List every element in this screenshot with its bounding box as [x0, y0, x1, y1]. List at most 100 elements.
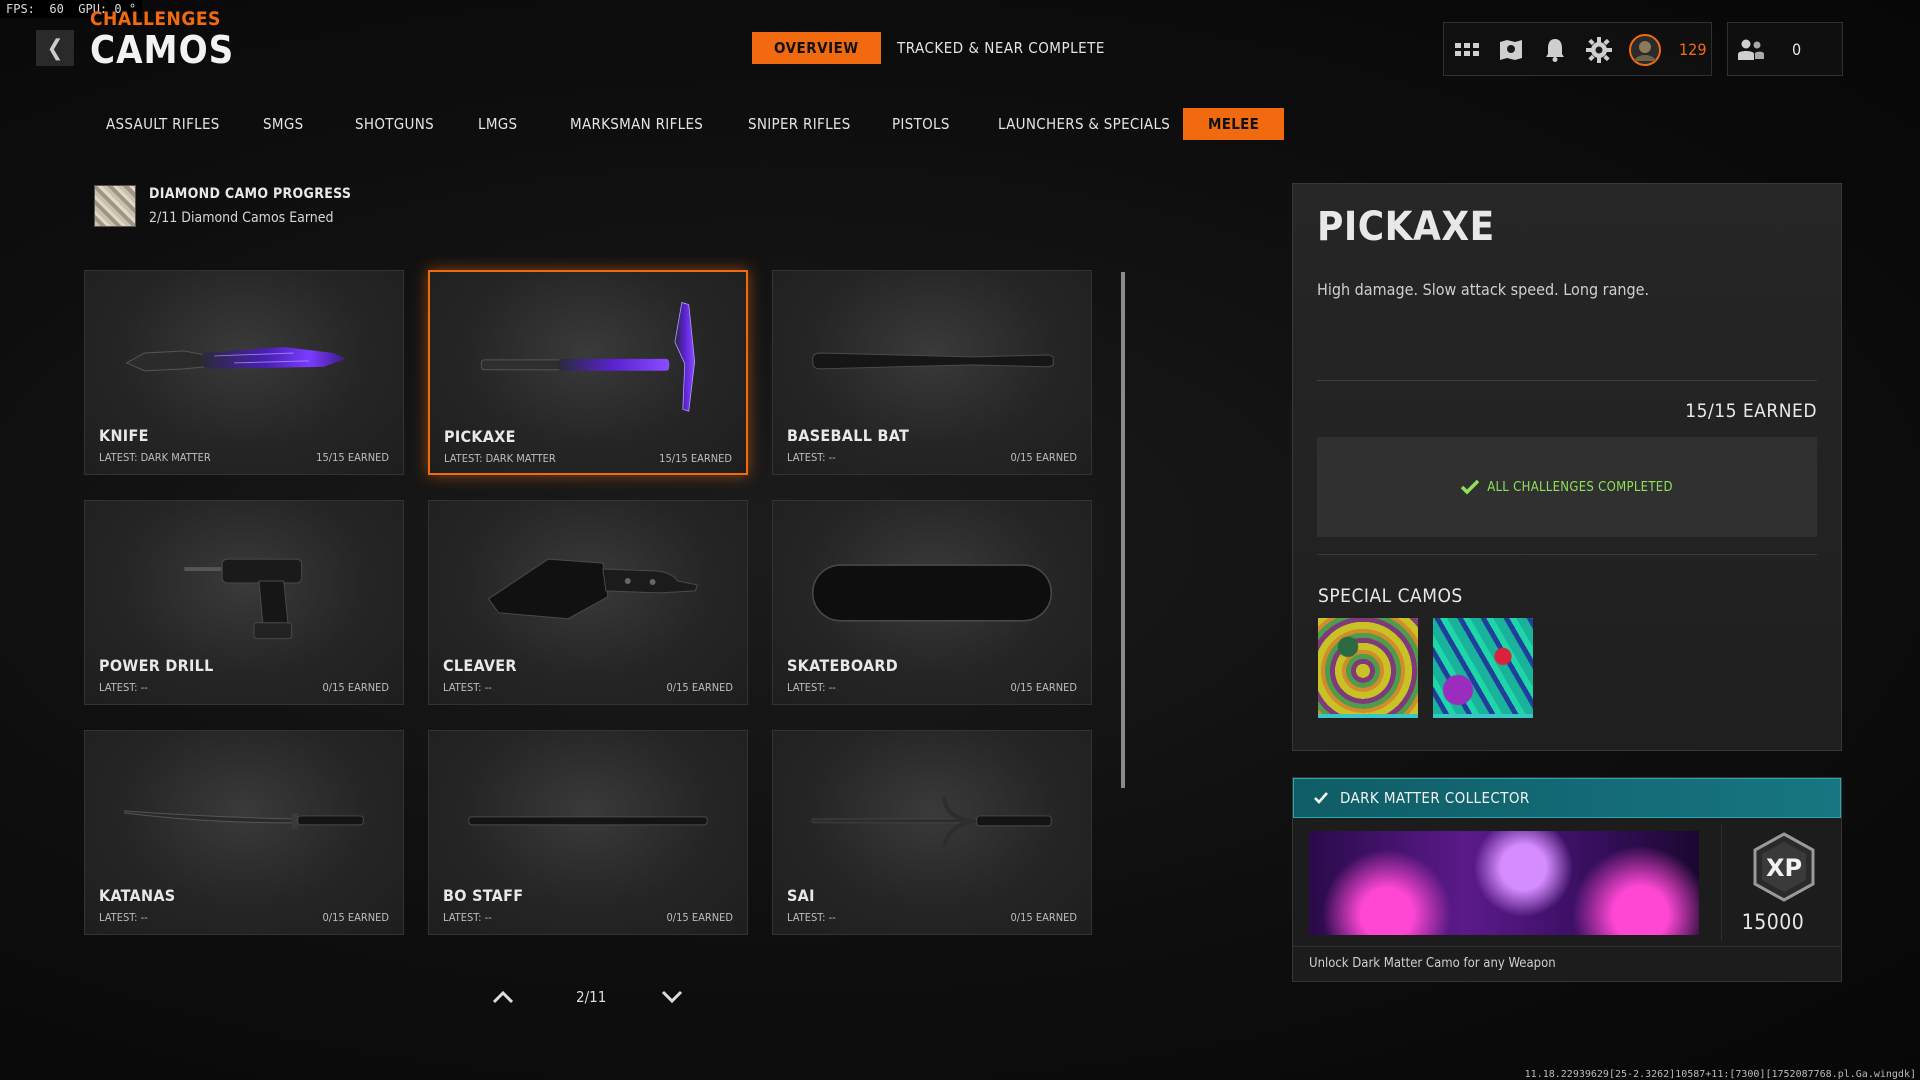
- knife-icon: [125, 346, 346, 372]
- map-icon[interactable]: [1496, 35, 1526, 65]
- weapon-latest-camo: LATEST: --: [787, 681, 836, 694]
- back-button[interactable]: ❮: [36, 30, 74, 66]
- cleaver-icon: [487, 558, 698, 620]
- tab-overview[interactable]: OVERVIEW: [752, 32, 881, 64]
- divider: [1317, 554, 1817, 555]
- diamond-progress-subtitle: 2/11 Diamond Camos Earned: [149, 210, 334, 226]
- divider: [1317, 380, 1817, 381]
- weapon-card-katanas[interactable]: KATANAS LATEST: -- 0/15 EARNED: [84, 730, 404, 935]
- breadcrumb: CHALLENGES: [90, 8, 221, 30]
- checkmark-icon: [1461, 479, 1480, 495]
- weapon-card-skateboard[interactable]: SKATEBOARD LATEST: -- 0/15 EARNED: [772, 500, 1092, 705]
- weapon-latest-camo: LATEST: --: [99, 911, 148, 924]
- reward-description: Unlock Dark Matter Camo for any Weapon: [1309, 956, 1556, 971]
- category-shotguns[interactable]: SHOTGUNS: [355, 108, 434, 140]
- page-indicator: 2/11: [576, 988, 607, 1006]
- weapon-name: PICKAXE: [444, 427, 516, 446]
- xp-badge-icon: XP: [1753, 832, 1815, 902]
- weapon-latest-camo: LATEST: --: [443, 681, 492, 694]
- weapon-card-cleaver[interactable]: CLEAVER LATEST: -- 0/15 EARNED: [428, 500, 748, 705]
- currency-count: 129: [1679, 40, 1707, 59]
- weapon-earned-count: 15/15 EARNED: [316, 451, 389, 464]
- tab-tracked-near-complete[interactable]: TRACKED & NEAR COMPLETE: [897, 32, 1105, 64]
- weapon-earned-count: 0/15 EARNED: [666, 681, 733, 694]
- special-camo-2[interactable]: [1433, 618, 1533, 718]
- weapon-card-knife[interactable]: KNIFE LATEST: DARK MATTER 15/15 EARNED: [84, 270, 404, 475]
- chevron-up-icon: [492, 990, 514, 1004]
- katana-icon: [124, 810, 364, 829]
- weapon-name: KATANAS: [99, 886, 176, 905]
- weapon-latest-camo: LATEST: DARK MATTER: [444, 452, 556, 465]
- special-camos-title: SPECIAL CAMOS: [1318, 585, 1463, 607]
- weapon-name: BASEBALL BAT: [787, 426, 910, 445]
- chevron-left-icon: ❮: [46, 35, 64, 61]
- sai-icon: [812, 796, 1052, 848]
- party-count: 0: [1792, 40, 1802, 59]
- menu-icons-bar: 129: [1443, 22, 1712, 76]
- weapon-name: BO STAFF: [443, 886, 524, 905]
- category-pistols[interactable]: PISTOLS: [892, 108, 950, 140]
- checkmark-icon: [1314, 792, 1328, 804]
- reward-xp-value: 15000: [1741, 910, 1805, 934]
- player-avatar-icon[interactable]: [1628, 33, 1662, 67]
- weapon-name: KNIFE: [99, 426, 149, 445]
- category-lmgs[interactable]: LMGS: [478, 108, 517, 140]
- baseball-bat-icon: [812, 352, 1054, 370]
- weapon-earned-count: 0/15 EARNED: [1010, 681, 1077, 694]
- weapon-latest-camo: LATEST: --: [787, 451, 836, 464]
- reward-panel: DARK MATTER COLLECTOR XP 15000 Unlock Da…: [1292, 777, 1842, 982]
- detail-earned-count: 15/15 EARNED: [1685, 400, 1817, 422]
- category-melee[interactable]: MELEE: [1183, 108, 1285, 140]
- weapon-card-pickaxe[interactable]: PICKAXE LATEST: DARK MATTER 15/15 EARNED: [428, 270, 748, 475]
- weapon-earned-count: 0/15 EARNED: [666, 911, 733, 924]
- power-drill-icon: [184, 558, 303, 640]
- weapon-name: SKATEBOARD: [787, 656, 899, 675]
- weapon-name: SAI: [787, 886, 815, 905]
- gear-icon[interactable]: [1584, 35, 1614, 65]
- divider: [1293, 946, 1841, 947]
- weapon-name: CLEAVER: [443, 656, 517, 675]
- grid-menu-icon[interactable]: [1452, 35, 1482, 65]
- weapon-name: POWER DRILL: [99, 656, 214, 675]
- svg-text:XP: XP: [1766, 854, 1802, 882]
- skateboard-icon: [812, 564, 1052, 622]
- category-smgs[interactable]: SMGS: [263, 108, 303, 140]
- reward-title: DARK MATTER COLLECTOR: [1340, 789, 1530, 807]
- challenges-status-label: ALL CHALLENGES COMPLETED: [1487, 479, 1673, 495]
- party-box[interactable]: 0: [1727, 22, 1843, 76]
- diamond-progress-title: DIAMOND CAMO PROGRESS: [149, 186, 352, 202]
- category-marksman-rifles[interactable]: MARKSMAN RIFLES: [570, 108, 703, 140]
- dark-matter-camo-image: [1309, 831, 1699, 935]
- weapon-latest-camo: LATEST: --: [443, 911, 492, 924]
- challenges-status: ALL CHALLENGES COMPLETED: [1317, 437, 1817, 537]
- pickaxe-icon: [480, 302, 696, 412]
- weapon-latest-camo: LATEST: DARK MATTER: [99, 451, 211, 464]
- weapon-card-baseball-bat[interactable]: BASEBALL BAT LATEST: -- 0/15 EARNED: [772, 270, 1092, 475]
- category-assault-rifles[interactable]: ASSAULT RIFLES: [106, 108, 220, 140]
- party-members-icon: [1736, 35, 1766, 65]
- weapon-detail-panel: PICKAXE High damage. Slow attack speed. …: [1292, 183, 1842, 751]
- bo-staff-icon: [468, 816, 708, 826]
- scrollbar-thumb[interactable]: [1121, 272, 1125, 788]
- build-info: 11.18.22939629[25-2.3262]10587+11:[7300]…: [1524, 1069, 1916, 1080]
- weapon-latest-camo: LATEST: --: [99, 681, 148, 694]
- weapon-earned-count: 0/15 EARNED: [1010, 451, 1077, 464]
- page-up-button[interactable]: [488, 985, 518, 1009]
- weapon-earned-count: 0/15 EARNED: [1010, 911, 1077, 924]
- detail-description: High damage. Slow attack speed. Long ran…: [1317, 280, 1650, 299]
- weapon-latest-camo: LATEST: --: [787, 911, 836, 924]
- special-camo-1[interactable]: [1318, 618, 1418, 718]
- weapon-earned-count: 0/15 EARNED: [322, 681, 389, 694]
- page-down-button[interactable]: [657, 985, 687, 1009]
- weapon-card-bo-staff[interactable]: BO STAFF LATEST: -- 0/15 EARNED: [428, 730, 748, 935]
- weapon-earned-count: 0/15 EARNED: [322, 911, 389, 924]
- chevron-down-icon: [661, 990, 683, 1004]
- category-sniper-rifles[interactable]: SNIPER RIFLES: [748, 108, 851, 140]
- bell-icon[interactable]: [1540, 35, 1570, 65]
- category-launchers-specials[interactable]: LAUNCHERS & SPECIALS: [998, 108, 1170, 140]
- reward-header: DARK MATTER COLLECTOR: [1293, 778, 1841, 818]
- weapon-card-power-drill[interactable]: POWER DRILL LATEST: -- 0/15 EARNED: [84, 500, 404, 705]
- weapon-card-sai[interactable]: SAI LATEST: -- 0/15 EARNED: [772, 730, 1092, 935]
- page-title: CAMOS: [90, 28, 235, 72]
- diamond-camo-swatch: [94, 185, 136, 227]
